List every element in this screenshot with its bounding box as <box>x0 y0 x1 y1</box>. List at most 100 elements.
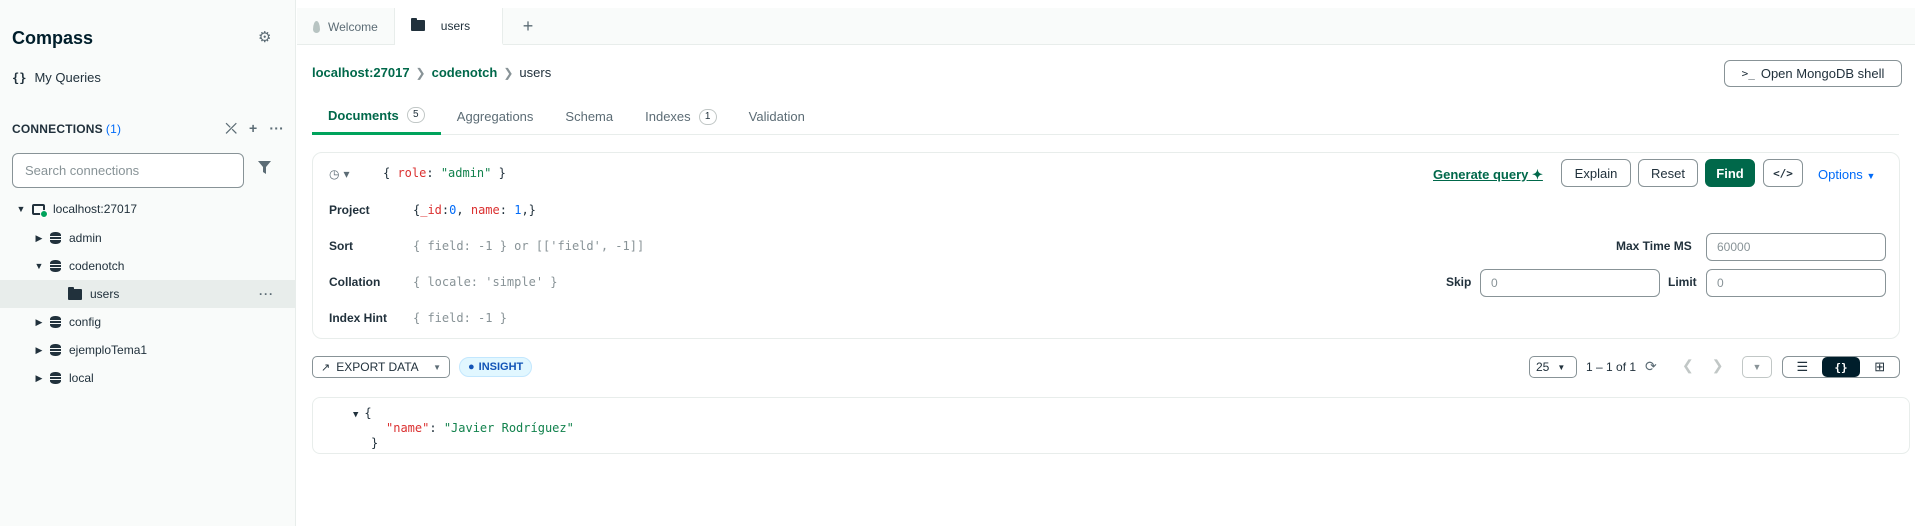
tree-db-codenotch[interactable]: ▼ codenotch <box>0 252 296 280</box>
caret-down-icon[interactable]: ▼ <box>16 204 26 214</box>
generate-query-link[interactable]: Generate query ✦ <box>1433 167 1543 183</box>
breadcrumb-host[interactable]: localhost:27017 <box>312 65 410 80</box>
export-label: EXPORT DATA <box>336 360 419 374</box>
document-card[interactable]: ▼{ "name": "Javier Rodríguez" } <box>312 397 1910 454</box>
project-input[interactable]: {_id:0, name: 1,} <box>413 203 536 217</box>
db-label: admin <box>69 231 102 245</box>
tree-host[interactable]: ▼ localhost:27017 <box>0 195 296 223</box>
view-options-dropdown[interactable]: ▼ <box>1742 356 1772 378</box>
sort-input[interactable]: { field: -1 } or [['field', -1]] <box>413 239 644 253</box>
chevron-left-icon[interactable]: ❮ <box>1682 357 1694 374</box>
field-value: "Javier Rodríguez" <box>443 421 574 435</box>
chevron-right-icon[interactable]: ❯ <box>1712 357 1724 374</box>
table-view-icon[interactable]: ⊞ <box>1860 357 1899 377</box>
page-size-select[interactable]: 25 ▼ <box>1529 356 1577 378</box>
tree-collection-users[interactable]: users ··· <box>0 280 296 308</box>
open-shell-button[interactable]: >_ Open MongoDB shell <box>1724 60 1902 87</box>
pagination-range: 1 – 1 of 1 <box>1586 360 1637 374</box>
insight-label: INSIGHT <box>478 361 524 373</box>
gear-icon[interactable]: ⚙ <box>258 30 274 46</box>
tree-db-ejemplotema1[interactable]: ▶ ejemploTema1 <box>0 336 296 364</box>
connections-label: CONNECTIONS <box>12 121 103 136</box>
tab-label: Aggregations <box>456 109 534 124</box>
tab-bar: Welcome users + <box>297 8 1915 45</box>
refresh-icon[interactable]: ⟳ <box>1645 358 1657 375</box>
tree-db-local[interactable]: ▶ local <box>0 364 296 392</box>
server-icon <box>32 203 48 218</box>
options-toggle[interactable]: Options ▼ <box>1818 167 1875 182</box>
export-data-button[interactable]: ↗ EXPORT DATA ▼ <box>312 356 450 378</box>
query-history-button[interactable]: ◷ ▾ <box>329 167 350 181</box>
database-icon <box>50 232 61 244</box>
tree-db-config[interactable]: ▶ config <box>0 308 296 336</box>
count-badge: 1 <box>698 108 717 125</box>
document-close-brace: } <box>371 436 379 450</box>
open-shell-label: Open MongoDB shell <box>1760 66 1885 81</box>
project-colon: : <box>499 203 515 217</box>
caret-right-icon[interactable]: ▶ <box>34 345 44 356</box>
chevron-right-icon: ❯ <box>503 65 514 80</box>
plus-icon: + <box>522 16 534 36</box>
more-icon[interactable]: ··· <box>259 287 274 301</box>
skip-label: Skip <box>1446 275 1472 289</box>
limit-label: Limit <box>1668 275 1697 289</box>
tab-welcome[interactable]: Welcome <box>297 8 395 45</box>
tab-label: users <box>440 18 471 33</box>
tab-label: Welcome <box>328 19 378 34</box>
host-label: localhost:27017 <box>53 202 138 216</box>
index-hint-label: Index Hint <box>329 311 388 325</box>
filter-input[interactable]: { role: "admin" } <box>383 166 506 180</box>
connections-count: (1) <box>105 121 122 136</box>
caret-right-icon[interactable]: ▶ <box>34 373 44 384</box>
limit-input[interactable]: 0 <box>1706 269 1886 297</box>
new-tab-button[interactable]: + <box>503 8 554 45</box>
count-badge: 5 <box>406 107 425 123</box>
insight-badge[interactable]: ● INSIGHT <box>459 357 533 377</box>
reset-button[interactable]: Reset <box>1638 159 1698 187</box>
project-key: _id <box>420 203 442 217</box>
caret-right-icon[interactable]: ▶ <box>34 233 44 244</box>
tab-documents[interactable]: Documents 5 <box>312 98 441 135</box>
terminal-icon: >_ <box>1741 67 1755 80</box>
search-connections-input[interactable]: Search connections <box>12 153 244 188</box>
code-icon[interactable]: </> <box>1763 159 1803 187</box>
tree-db-admin[interactable]: ▶ admin <box>0 224 296 252</box>
tab-label: Schema <box>565 109 614 124</box>
add-connection-icon[interactable]: + <box>249 120 257 137</box>
document-open-line: ▼{ <box>353 406 372 420</box>
caret-down-icon[interactable]: ▼ <box>353 410 358 420</box>
tab-users[interactable]: users <box>394 8 503 45</box>
tab-label: Documents <box>328 107 399 123</box>
connections-header: CONNECTIONS (1) ⤫ + ··· <box>12 120 284 137</box>
max-time-input[interactable]: 60000 <box>1706 233 1886 261</box>
db-label: local <box>69 371 94 385</box>
more-icon[interactable]: ··· <box>269 120 284 137</box>
explain-button[interactable]: Explain <box>1561 159 1631 187</box>
tab-schema[interactable]: Schema <box>549 98 629 135</box>
project-sep: , <box>456 203 471 217</box>
caret-down-icon: ▼ <box>1866 171 1876 181</box>
sidebar: Compass ⚙ {} My Queries CONNECTIONS (1) … <box>0 0 296 526</box>
caret-right-icon[interactable]: ▶ <box>34 317 44 328</box>
caret-down-icon: ▼ <box>433 362 441 372</box>
find-button[interactable]: Find <box>1705 159 1755 187</box>
collapse-icon[interactable]: ⤫ <box>226 120 237 137</box>
json-view-icon[interactable]: {} <box>1821 357 1861 377</box>
filter-open: { <box>383 166 398 180</box>
caret-down-icon[interactable]: ▼ <box>34 261 44 271</box>
field-key: "name" <box>386 421 430 435</box>
tab-validation[interactable]: Validation <box>733 98 821 135</box>
filter-value: "admin" <box>440 166 492 180</box>
tab-indexes[interactable]: Indexes 1 <box>629 98 733 135</box>
list-view-icon[interactable]: ☰ <box>1783 357 1822 377</box>
my-queries-label: My Queries <box>34 70 101 85</box>
tab-aggregations[interactable]: Aggregations <box>441 98 550 135</box>
index-hint-input[interactable]: { field: -1 } <box>413 311 507 325</box>
db-label: config <box>69 315 102 329</box>
my-queries-link[interactable]: {} My Queries <box>12 70 101 85</box>
filter-icon[interactable] <box>258 161 271 177</box>
breadcrumb-db[interactable]: codenotch <box>432 65 498 80</box>
collation-input[interactable]: { locale: 'simple' } <box>413 275 558 289</box>
skip-input[interactable]: 0 <box>1480 269 1660 297</box>
tab-label: Validation <box>748 109 805 124</box>
